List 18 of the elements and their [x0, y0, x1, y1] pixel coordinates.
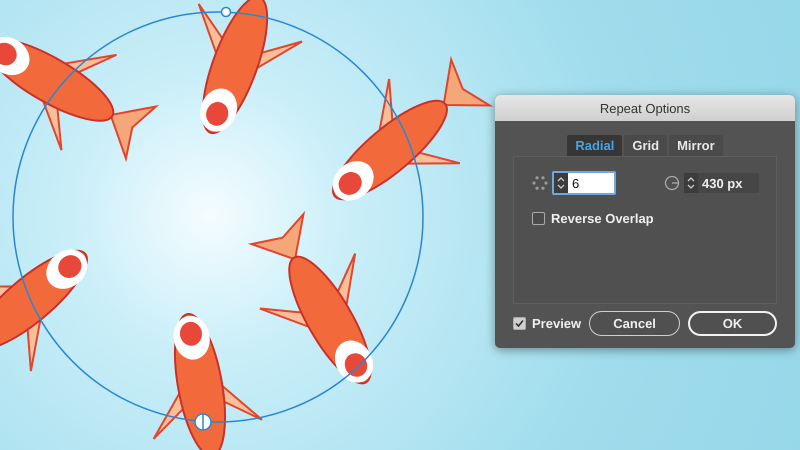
- radius-icon: [664, 175, 680, 191]
- stepper-icon[interactable]: [557, 176, 565, 190]
- instances-icon: [532, 175, 548, 191]
- tab[interactable]: Radial: [567, 135, 622, 156]
- checkmark-icon: [515, 319, 524, 328]
- repeat-radius-circle[interactable]: [12, 11, 424, 423]
- stepper-icon[interactable]: [687, 176, 695, 190]
- ok-button[interactable]: OK: [688, 311, 777, 336]
- cancel-button[interactable]: Cancel: [589, 311, 680, 336]
- tab[interactable]: Grid: [624, 135, 668, 156]
- tab[interactable]: Mirror: [669, 135, 723, 156]
- top-handle[interactable]: [220, 6, 232, 18]
- reverse-overlap-checkbox[interactable]: Reverse Overlap: [532, 211, 758, 226]
- instances-field[interactable]: 6: [552, 171, 616, 195]
- preview-checkbox[interactable]: Preview: [513, 316, 582, 331]
- bottom-handle[interactable]: [194, 413, 212, 431]
- radius-field[interactable]: 430 px: [684, 173, 759, 193]
- dialog-title: Repeat Options: [495, 95, 795, 121]
